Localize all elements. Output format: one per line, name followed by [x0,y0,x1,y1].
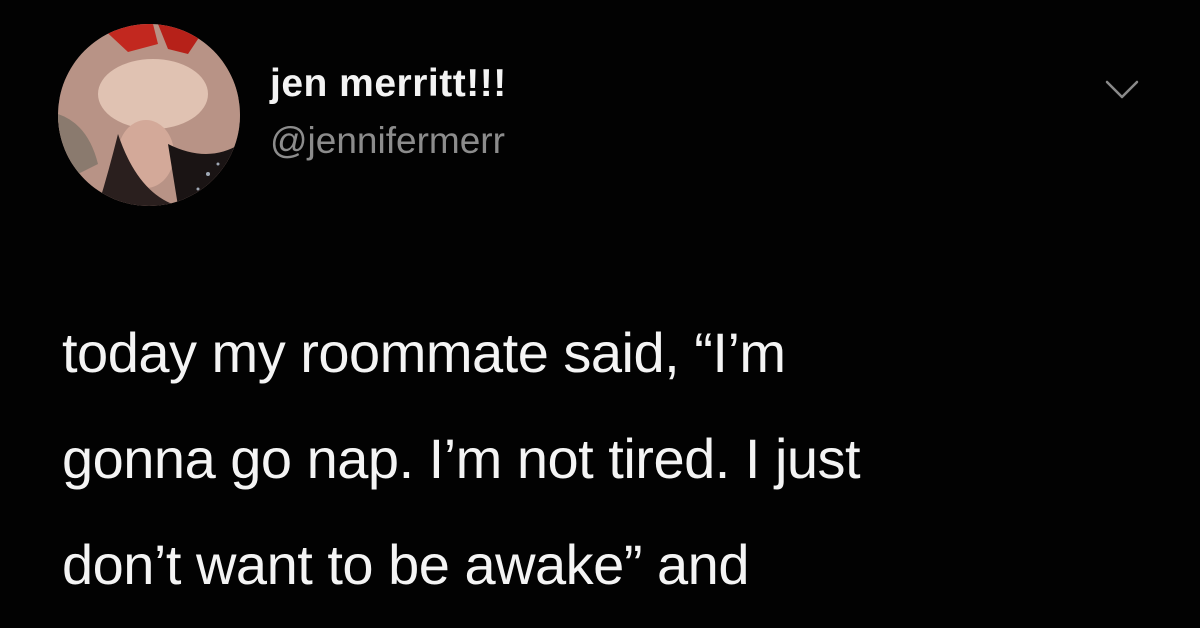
chevron-down-icon[interactable] [1103,76,1141,104]
avatar[interactable] [58,24,240,206]
avatar-image [58,24,240,206]
author-display-name[interactable]: jen merritt!!! [270,62,507,106]
tweet-text: today my roommate said, “I’m gonna go na… [62,300,1172,618]
tweet-text-line: don’t want to be awake” and [62,533,749,596]
tweet-card: jen merritt!!! @jennifermerr today my ro… [0,0,1200,628]
tweet-text-line: today my roommate said, “I’m [62,321,786,384]
author-handle[interactable]: @jennifermerr [270,120,505,162]
tweet-text-line: gonna go nap. I’m not tired. I just [62,427,861,490]
